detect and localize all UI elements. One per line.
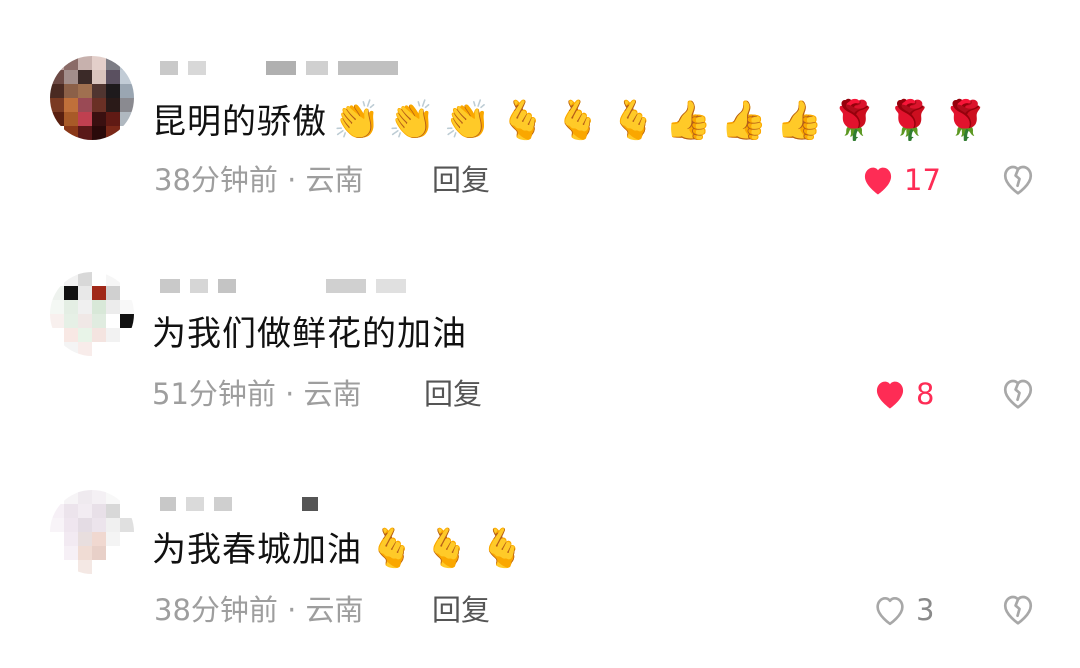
like-button[interactable]: 3 (872, 592, 934, 628)
comment-time: 38分钟前 (154, 593, 278, 627)
heart-outline-icon (876, 597, 904, 626)
heart-filled-icon (876, 381, 904, 409)
like-count: 17 (904, 163, 941, 197)
comment-text-body: 昆明的骄傲 (152, 102, 327, 142)
comment-location: · 云南 (287, 593, 364, 627)
comment-time: 38分钟前 (154, 163, 278, 197)
like-count: 8 (916, 377, 935, 411)
comment-meta: 38分钟前 · 云南 (154, 162, 364, 198)
username-blurred[interactable] (160, 276, 406, 296)
comment-location: · 云南 (285, 377, 362, 411)
comment-time: 51分钟前 (152, 377, 276, 411)
reply-button[interactable]: 回复 (424, 376, 482, 412)
broken-heart-icon (1003, 379, 1033, 409)
comment-meta: 38分钟前 · 云南 (154, 592, 364, 628)
comment-text: 为我们做鲜花的加油 (152, 312, 467, 356)
reply-button[interactable]: 回复 (432, 162, 490, 198)
comment-emojis: 🫰🫰🫰 (368, 526, 534, 570)
avatar[interactable] (50, 272, 134, 356)
comment-emojis: 👏👏👏🫰🫰🫰👍👍👍🌹🌹🌹 (333, 98, 997, 142)
username-blurred[interactable] (160, 494, 318, 514)
dislike-button[interactable] (1000, 592, 1036, 630)
broken-heart-icon (1003, 595, 1033, 625)
comment-text: 昆明的骄傲 👏👏👏🫰🫰🫰👍👍👍🌹🌹🌹 (152, 98, 997, 144)
comment-location: · 云南 (287, 163, 364, 197)
avatar[interactable] (50, 490, 134, 574)
like-button[interactable]: 17 (860, 162, 941, 198)
broken-heart-icon (1003, 165, 1033, 195)
dislike-button[interactable] (1000, 162, 1036, 200)
heart-filled-icon (864, 167, 892, 195)
like-count: 3 (916, 593, 935, 627)
reply-button[interactable]: 回复 (432, 592, 490, 628)
dislike-button[interactable] (1000, 376, 1036, 414)
comment-text-body: 为我们做鲜花的加油 (152, 314, 467, 354)
comment-text-body: 为我春城加油 (152, 530, 362, 570)
username-blurred[interactable] (160, 58, 398, 78)
comment-text: 为我春城加油 🫰🫰🫰 (152, 526, 534, 572)
avatar[interactable] (50, 56, 134, 140)
like-button[interactable]: 8 (872, 376, 934, 412)
comment-meta: 51分钟前 · 云南 (152, 376, 362, 412)
